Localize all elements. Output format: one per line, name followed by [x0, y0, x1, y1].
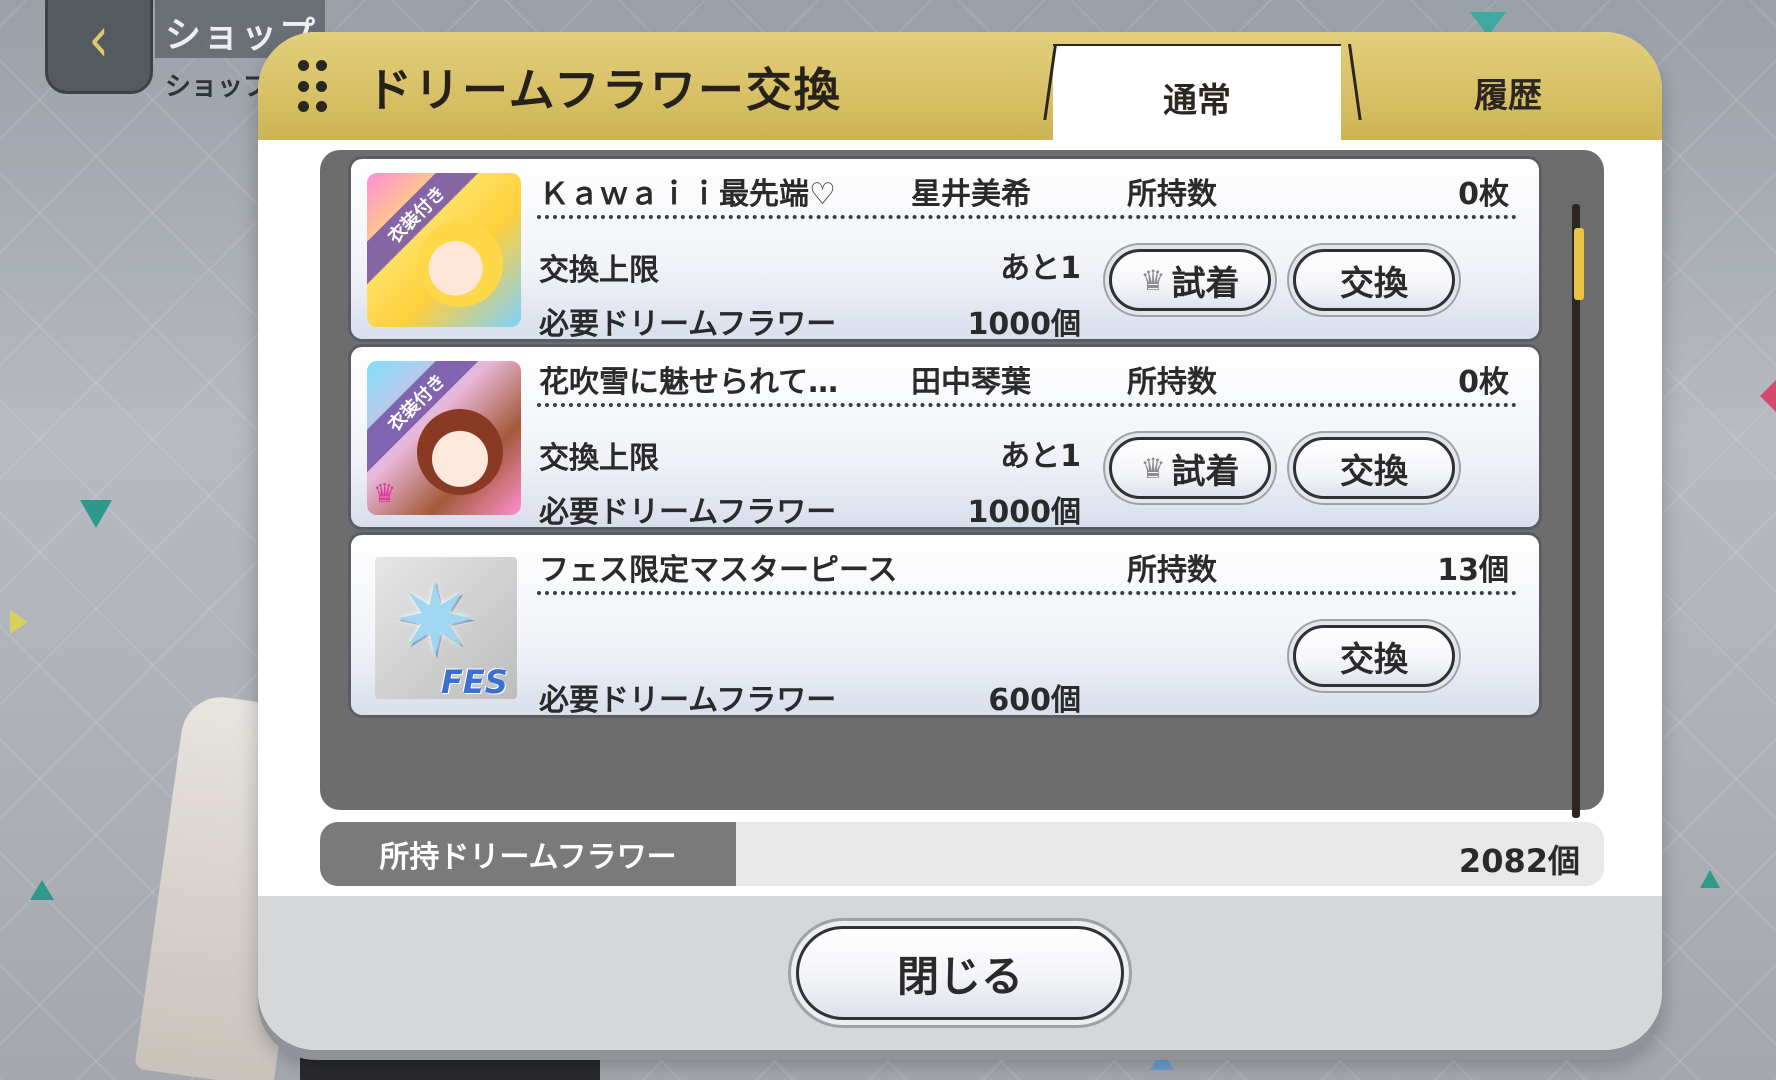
fes-badge: FES: [441, 663, 508, 699]
owned-value: 13個: [1437, 553, 1509, 588]
item-name: フェス限定マスターピース: [539, 553, 898, 588]
balance-value: 2082個: [1458, 842, 1580, 880]
crown-icon: ♛: [373, 479, 397, 509]
try-on-button[interactable]: ♛ 試着: [1109, 437, 1271, 499]
confetti-triangle: [80, 500, 112, 528]
try-on-button[interactable]: ♛ 試着: [1109, 249, 1271, 311]
tab-label: 通常: [1163, 80, 1231, 121]
limit-label: 交換上限: [539, 253, 659, 288]
idol-name: 田中琴葉: [911, 365, 1031, 400]
exchange-button[interactable]: 交換: [1293, 437, 1455, 499]
card-thumbnail[interactable]: 衣装付き ♛: [367, 361, 521, 515]
owned-value: 0枚: [1458, 365, 1509, 400]
crystal-star-icon: ✷: [393, 562, 477, 679]
exchange-label: 交換: [1340, 451, 1408, 492]
required-label: 必要ドリームフラワー: [539, 495, 837, 530]
owned-label: 所持数: [1127, 177, 1217, 212]
item-name: 花吹雪に魅せられて…: [539, 365, 839, 400]
balance-label: 所持ドリームフラワー: [320, 822, 736, 886]
tab-history[interactable]: 履歴: [1408, 44, 1608, 140]
required-label: 必要ドリームフラワー: [539, 683, 837, 718]
dialog-title: ドリームフラワー交換: [366, 63, 842, 117]
exchange-button[interactable]: 交換: [1293, 625, 1455, 687]
dialog-header: ドリームフラワー交換 通常 履歴: [258, 32, 1662, 148]
confetti-triangle: [1150, 1050, 1174, 1070]
owned-value: 0枚: [1458, 177, 1509, 212]
exchange-label: 交換: [1340, 639, 1408, 680]
required-label: 必要ドリームフラワー: [539, 307, 837, 342]
limit-label: 交換上限: [539, 441, 659, 476]
tab-normal[interactable]: 通常: [1053, 44, 1341, 148]
owned-label: 所持数: [1127, 553, 1217, 588]
dress-icon: ♛: [1140, 451, 1166, 485]
breadcrumb: ショップ: [165, 72, 270, 102]
confetti-triangle: [1700, 870, 1720, 888]
chevron-left-icon: ‹: [88, 3, 110, 77]
limit-value: あと1: [1000, 439, 1081, 474]
item-name: Ｋａｗａｉｉ最先端♡: [539, 177, 836, 212]
divider: [537, 403, 1517, 407]
dream-flower-exchange-dialog: ドリームフラワー交換 通常 履歴 衣装付き Ｋａｗａｉｉ最先端♡ 星井美希 所持…: [258, 32, 1662, 1050]
exchange-item: 衣装付き ♛ 花吹雪に魅せられて… 田中琴葉 所持数 0枚 交換上限 あと1 必…: [348, 344, 1542, 530]
exchange-item: 衣装付き Ｋａｗａｉｉ最先端♡ 星井美希 所持数 0枚 交換上限 あと1 必要ド…: [348, 156, 1542, 342]
idol-portrait: [417, 409, 503, 495]
exchange-label: 交換: [1340, 263, 1408, 304]
try-on-label: 試着: [1171, 451, 1240, 492]
idol-name: 星井美希: [911, 177, 1031, 212]
exchange-item: ✷ FES フェス限定マスターピース 所持数 13個 必要ドリームフラワー 60…: [348, 532, 1542, 718]
exchange-button[interactable]: 交換: [1293, 249, 1455, 311]
close-label: 閉じる: [896, 951, 1023, 1001]
dress-icon: ♛: [1140, 263, 1166, 297]
try-on-label: 試着: [1171, 263, 1240, 304]
masterpiece-thumbnail[interactable]: ✷ FES: [375, 557, 517, 699]
tab-divider: [1348, 44, 1362, 120]
confetti-triangle: [10, 610, 28, 634]
required-value: 1000個: [967, 495, 1082, 530]
confetti-triangle: [1760, 380, 1776, 412]
close-button[interactable]: 閉じる: [796, 926, 1124, 1020]
owned-label: 所持数: [1127, 365, 1217, 400]
back-button[interactable]: ‹: [45, 0, 153, 94]
idol-portrait: [417, 221, 503, 307]
grip-dots-icon: [298, 60, 328, 116]
tab-label: 履歴: [1474, 75, 1542, 116]
card-thumbnail[interactable]: 衣装付き: [367, 173, 521, 327]
required-value: 600個: [988, 683, 1081, 718]
required-value: 1000個: [967, 307, 1082, 342]
scrollbar-thumb[interactable]: [1574, 228, 1584, 300]
confetti-triangle: [30, 880, 54, 900]
dream-flower-balance: 所持ドリームフラワー 2082個: [320, 822, 1604, 886]
limit-value: あと1: [1000, 251, 1081, 286]
divider: [537, 591, 1517, 595]
divider: [537, 215, 1517, 219]
